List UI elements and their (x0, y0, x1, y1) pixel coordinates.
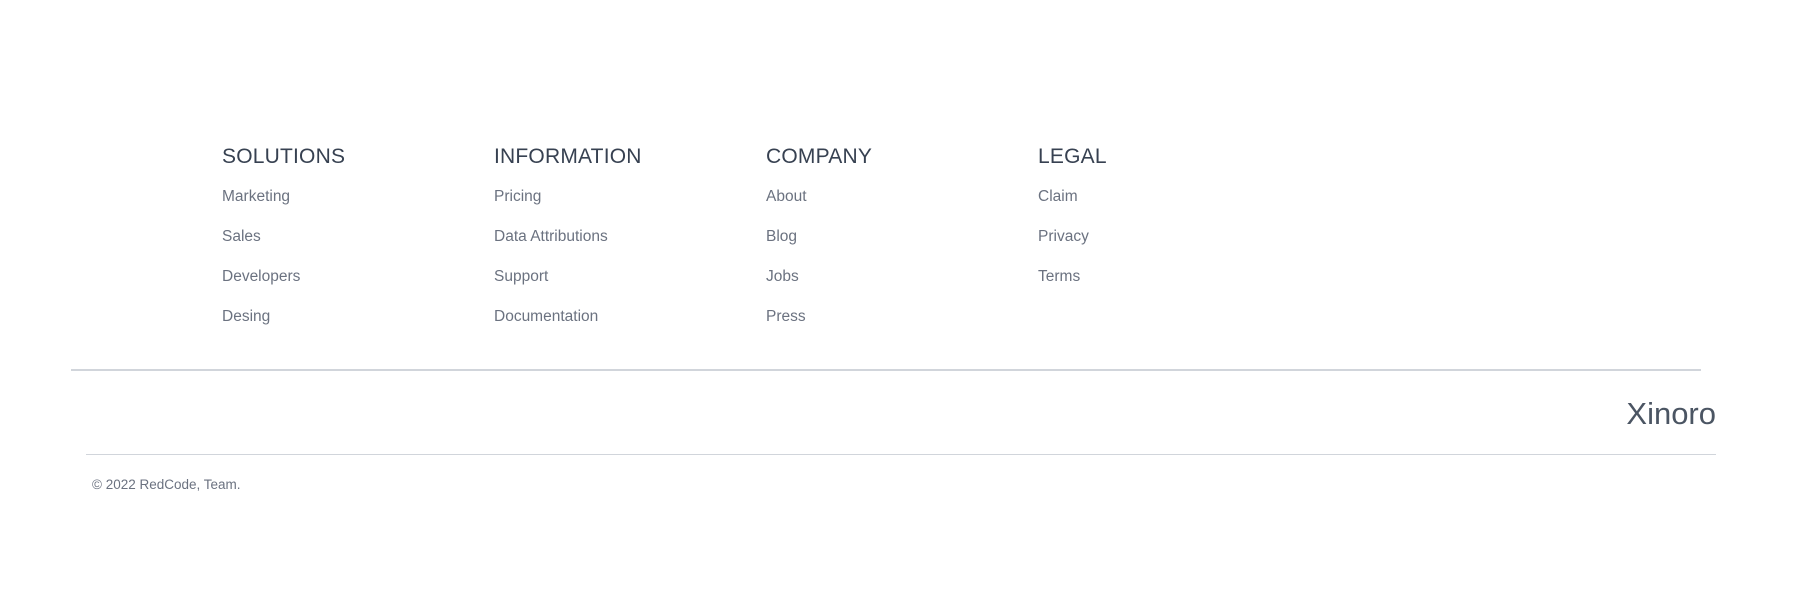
column-heading-information: INFORMATION (494, 145, 642, 168)
footer-column-legal: LEGAL Claim Privacy Terms (1038, 144, 1310, 347)
footer-link-data-attributions[interactable]: Data Attributions (494, 227, 608, 247)
list-item: Data Attributions (494, 227, 766, 267)
list-item: Terms (1038, 267, 1310, 307)
footer-divider-bottom (86, 454, 1716, 455)
list-item: Sales (222, 227, 494, 267)
list-item: Jobs (766, 267, 1038, 307)
footer-columns: SOLUTIONS Marketing Sales Developers Des… (222, 144, 1310, 347)
footer-divider-top (71, 369, 1701, 371)
footer-link-blog[interactable]: Blog (766, 227, 797, 247)
list-item: Support (494, 267, 766, 307)
footer-column-information: INFORMATION Pricing Data Attributions Su… (494, 144, 766, 347)
footer-link-terms[interactable]: Terms (1038, 267, 1080, 287)
list-item: Claim (1038, 187, 1310, 227)
list-item: Desing (222, 307, 494, 347)
footer-link-about[interactable]: About (766, 187, 807, 207)
list-item: Press (766, 307, 1038, 347)
list-item: Privacy (1038, 227, 1310, 267)
footer-link-privacy[interactable]: Privacy (1038, 227, 1089, 247)
footer-link-claim[interactable]: Claim (1038, 187, 1078, 207)
footer-link-design[interactable]: Desing (222, 307, 270, 327)
footer-link-marketing[interactable]: Marketing (222, 187, 290, 207)
footer-link-jobs[interactable]: Jobs (766, 267, 799, 287)
link-list-information: Pricing Data Attributions Support Docume… (494, 187, 766, 347)
link-list-legal: Claim Privacy Terms (1038, 187, 1310, 307)
footer-column-solutions: SOLUTIONS Marketing Sales Developers Des… (222, 144, 494, 347)
list-item: Documentation (494, 307, 766, 347)
list-item: Blog (766, 227, 1038, 267)
footer-link-sales[interactable]: Sales (222, 227, 261, 247)
footer-link-pricing[interactable]: Pricing (494, 187, 541, 207)
list-item: Developers (222, 267, 494, 307)
link-list-solutions: Marketing Sales Developers Desing (222, 187, 494, 347)
list-item: About (766, 187, 1038, 227)
footer-link-developers[interactable]: Developers (222, 267, 300, 287)
copyright-text: © 2022 RedCode, Team. (92, 477, 241, 492)
page: SOLUTIONS Marketing Sales Developers Des… (0, 0, 1815, 607)
footer-link-documentation[interactable]: Documentation (494, 307, 598, 327)
list-item: Pricing (494, 187, 766, 227)
link-list-company: About Blog Jobs Press (766, 187, 1038, 347)
column-heading-solutions: SOLUTIONS (222, 145, 346, 168)
footer-column-company: COMPANY About Blog Jobs Press (766, 144, 1038, 347)
column-heading-legal: LEGAL (1038, 145, 1107, 168)
brand-logo-link[interactable]: Xinoro (1626, 396, 1716, 432)
column-heading-company: COMPANY (766, 145, 873, 168)
footer-link-press[interactable]: Press (766, 307, 806, 327)
list-item: Marketing (222, 187, 494, 227)
footer-link-support[interactable]: Support (494, 267, 548, 287)
